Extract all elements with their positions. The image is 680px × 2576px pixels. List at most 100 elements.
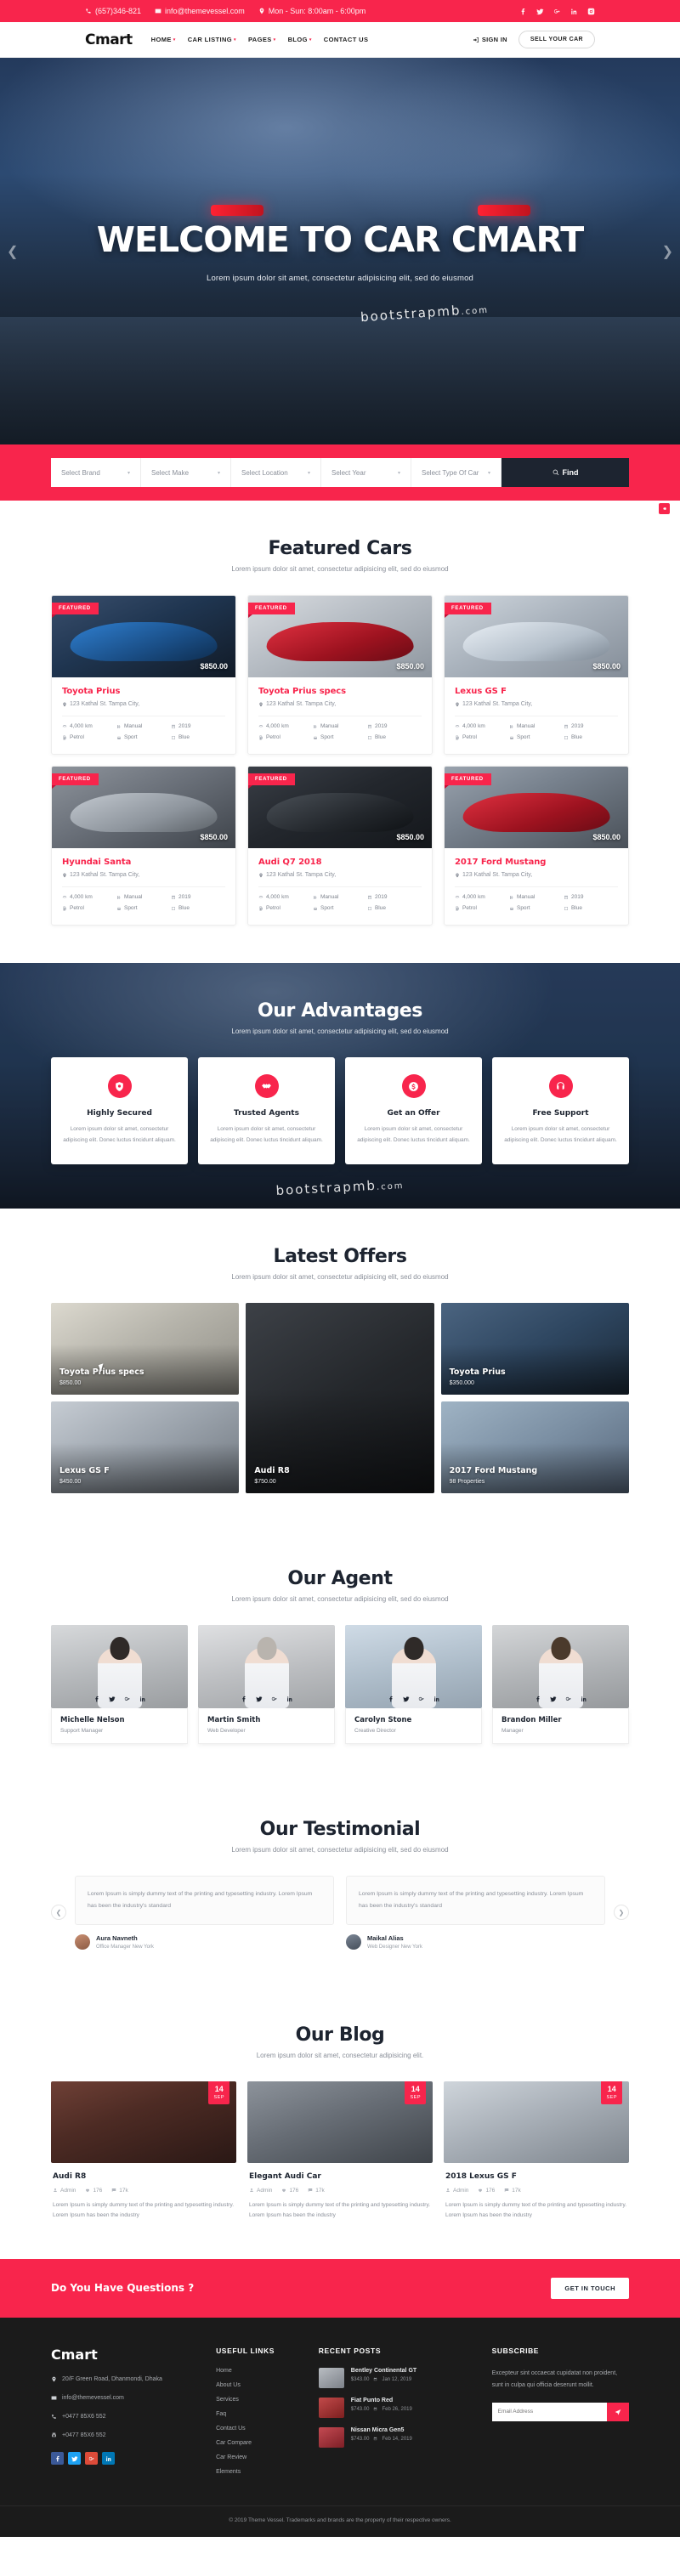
twitter-icon[interactable] — [402, 1696, 410, 1702]
car-title[interactable]: Hyundai Santa — [62, 858, 225, 867]
blog-title[interactable]: Audi R8 — [53, 2172, 235, 2181]
agent-card[interactable]: Carolyn Stone Creative Director — [345, 1625, 482, 1745]
blog-image: 14 SEP — [51, 2081, 236, 2163]
twitter-icon[interactable] — [68, 2452, 81, 2466]
blog-card[interactable]: 14 SEP 2018 Lexus GS F Admin 176 17k Lor… — [444, 2081, 629, 2222]
settings-floating-button[interactable] — [659, 503, 670, 514]
sign-in-link[interactable]: SIGN IN — [473, 36, 507, 43]
nav-item-home[interactable]: HOME ▾ — [151, 36, 176, 43]
google-plus-icon[interactable] — [124, 1696, 131, 1702]
site-logo[interactable]: Cmart — [85, 31, 133, 48]
car-title[interactable]: 2017 Ford Mustang — [455, 858, 618, 867]
google-plus-icon[interactable] — [271, 1696, 278, 1702]
select-year[interactable]: Select Year ▾ — [321, 458, 411, 487]
blog-title[interactable]: 2018 Lexus GS F — [445, 2172, 627, 2181]
offer-tile[interactable]: Toyota Prius specs $850.00 — [51, 1303, 240, 1396]
select-brand[interactable]: Select Brand ▾ — [51, 458, 141, 487]
linkedin-icon[interactable] — [286, 1696, 293, 1702]
car-silhouette — [70, 792, 218, 832]
car-title[interactable]: Lexus GS F — [455, 687, 618, 696]
twitter-icon[interactable] — [108, 1696, 116, 1702]
agent-card[interactable]: Brandon Miller Manager — [492, 1625, 629, 1745]
footer-link-car-review[interactable]: Car Review — [216, 2454, 303, 2460]
map-pin-icon — [456, 702, 459, 706]
nav-item-car-listing[interactable]: CAR LISTING ▾ — [188, 36, 236, 43]
car-card[interactable]: FEATURED $850.00 Lexus GS F 123 Kathal S… — [444, 595, 629, 755]
footer-link-about-us[interactable]: About Us — [216, 2382, 303, 2388]
car-title[interactable]: Toyota Prius — [62, 687, 225, 696]
footer-recent-post[interactable]: Bentley Continental GT $343.00 Jan 12, 20… — [318, 2367, 477, 2388]
offer-tile[interactable]: Lexus GS F $450.00 — [51, 1401, 240, 1494]
testimonial-next-button[interactable]: ❯ — [614, 1905, 629, 1921]
google-plus-icon[interactable] — [85, 2452, 98, 2466]
spec-value: Sport — [123, 905, 138, 911]
footer-link-services[interactable]: Services — [216, 2397, 303, 2403]
offer-tile[interactable]: Audi R8 $750.00 — [246, 1303, 434, 1494]
linkedin-icon[interactable] — [102, 2452, 115, 2466]
testimonial-prev-button[interactable]: ❮ — [51, 1905, 66, 1921]
blog-card[interactable]: 14 SEP Audi R8 Admin 176 17k Lorem Ipsum… — [51, 2081, 236, 2222]
twitter-icon[interactable] — [255, 1696, 263, 1702]
post-title: Nissan Micra Gen5 — [350, 2426, 405, 2433]
blog-title[interactable]: Elegant Audi Car — [249, 2172, 431, 2181]
offer-tile[interactable]: 2017 Ford Mustang 98 Properties — [440, 1401, 629, 1494]
car-card[interactable]: FEATURED $850.00 Toyota Prius specs 123 … — [247, 595, 433, 755]
twitter-icon[interactable] — [536, 8, 544, 15]
agent-name: Brandon Miller — [502, 1716, 562, 1725]
hero-prev-arrow[interactable]: ❮ — [7, 243, 18, 260]
spec-mileage: 4,000 km — [455, 894, 509, 900]
nav-item-pages[interactable]: PAGES ▾ — [248, 36, 276, 43]
car-title[interactable]: Audi Q7 2018 — [258, 858, 422, 867]
agent-card[interactable]: Michelle Nelson Support Manager — [51, 1625, 188, 1745]
select-type-of-car[interactable]: Select Type Of Car ▾ — [411, 458, 502, 487]
facebook-icon[interactable] — [241, 1696, 247, 1702]
select-make[interactable]: Select Make ▾ — [141, 458, 231, 487]
sell-your-car-button[interactable]: SELL YOUR CAR — [518, 31, 595, 48]
find-button[interactable]: Find — [502, 458, 629, 487]
nav-item-blog[interactable]: BLOG ▾ — [288, 36, 312, 43]
offer-title: Lexus GS F — [60, 1466, 110, 1476]
blog-card[interactable]: 14 SEP Elegant Audi Car Admin 176 17k Lo… — [247, 2081, 433, 2222]
footer-recent-post[interactable]: Fiat Punto Red $743.00 Feb 26, 2019 — [318, 2397, 477, 2418]
instagram-icon[interactable] — [587, 8, 595, 15]
car-card[interactable]: FEATURED $850.00 2017 Ford Mustang 123 K… — [444, 766, 629, 926]
footer-link-elements[interactable]: Elements — [216, 2469, 303, 2475]
email-input[interactable] — [491, 2402, 607, 2421]
car-card[interactable]: FEATURED $850.00 Audi Q7 2018 123 Kathal… — [247, 766, 433, 926]
nav-item-contact-us[interactable]: CONTACT US — [324, 36, 369, 43]
speedometer-icon — [62, 724, 67, 727]
subscribe-submit-button[interactable] — [607, 2402, 629, 2421]
google-plus-icon[interactable] — [418, 1696, 425, 1702]
blog-date-month: SEP — [410, 2094, 421, 2100]
facebook-icon[interactable] — [535, 1696, 541, 1702]
google-plus-icon[interactable] — [565, 1696, 572, 1702]
footer-recent-post[interactable]: Nissan Micra Gen5 $743.00 Feb 14, 2019 — [318, 2426, 477, 2448]
offer-tile[interactable]: Toyota Prius $350.000 — [440, 1303, 629, 1396]
facebook-icon[interactable] — [519, 8, 527, 15]
car-card[interactable]: FEATURED $850.00 Hyundai Santa 123 Katha… — [51, 766, 236, 926]
footer-link-home[interactable]: Home — [216, 2368, 303, 2374]
linkedin-icon[interactable] — [139, 1696, 146, 1702]
agent-card[interactable]: Martin Smith Web Developer — [198, 1625, 335, 1745]
blog-image: 14 SEP — [444, 2081, 629, 2163]
facebook-icon[interactable] — [94, 1696, 100, 1702]
facebook-icon[interactable] — [51, 2452, 64, 2466]
footer-column-title: RECENT POSTS — [318, 2346, 382, 2355]
facebook-icon[interactable] — [388, 1696, 394, 1702]
car-card[interactable]: FEATURED $850.00 Toyota Prius 123 Kathal… — [51, 595, 236, 755]
car-title[interactable]: Toyota Prius specs — [258, 687, 422, 696]
linkedin-icon[interactable] — [570, 8, 578, 15]
linkedin-icon[interactable] — [434, 1696, 440, 1702]
linkedin-icon[interactable] — [581, 1696, 587, 1702]
hero-next-arrow[interactable]: ❯ — [662, 243, 673, 260]
footer-link-car-compare[interactable]: Car Compare — [216, 2440, 303, 2446]
google-plus-icon[interactable] — [553, 8, 561, 15]
footer-link-contact-us[interactable]: Contact Us — [216, 2426, 303, 2432]
twitter-icon[interactable] — [549, 1696, 557, 1702]
select-location[interactable]: Select Location ▾ — [231, 458, 321, 487]
spec-value: 4,000 km — [70, 723, 93, 729]
get-in-touch-button[interactable]: GET IN TOUCH — [551, 2277, 629, 2299]
agent-info: Michelle Nelson Support Manager — [51, 1708, 188, 1745]
footer-link-faq[interactable]: Faq — [216, 2411, 303, 2417]
footer-logo[interactable]: Cmart — [51, 2347, 201, 2363]
